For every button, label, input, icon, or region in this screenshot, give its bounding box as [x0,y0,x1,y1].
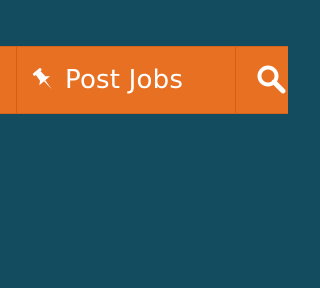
nav-divider [235,47,236,113]
page: Post Jobs [0,0,288,288]
post-jobs-label: Post Jobs [65,65,184,95]
post-jobs-link[interactable]: Post Jobs [32,47,183,113]
nav-divider [16,47,17,113]
pushpin-icon [32,67,56,93]
top-navigation-bar: Post Jobs [0,46,288,114]
search-icon [256,64,288,96]
search-button[interactable] [256,47,288,113]
